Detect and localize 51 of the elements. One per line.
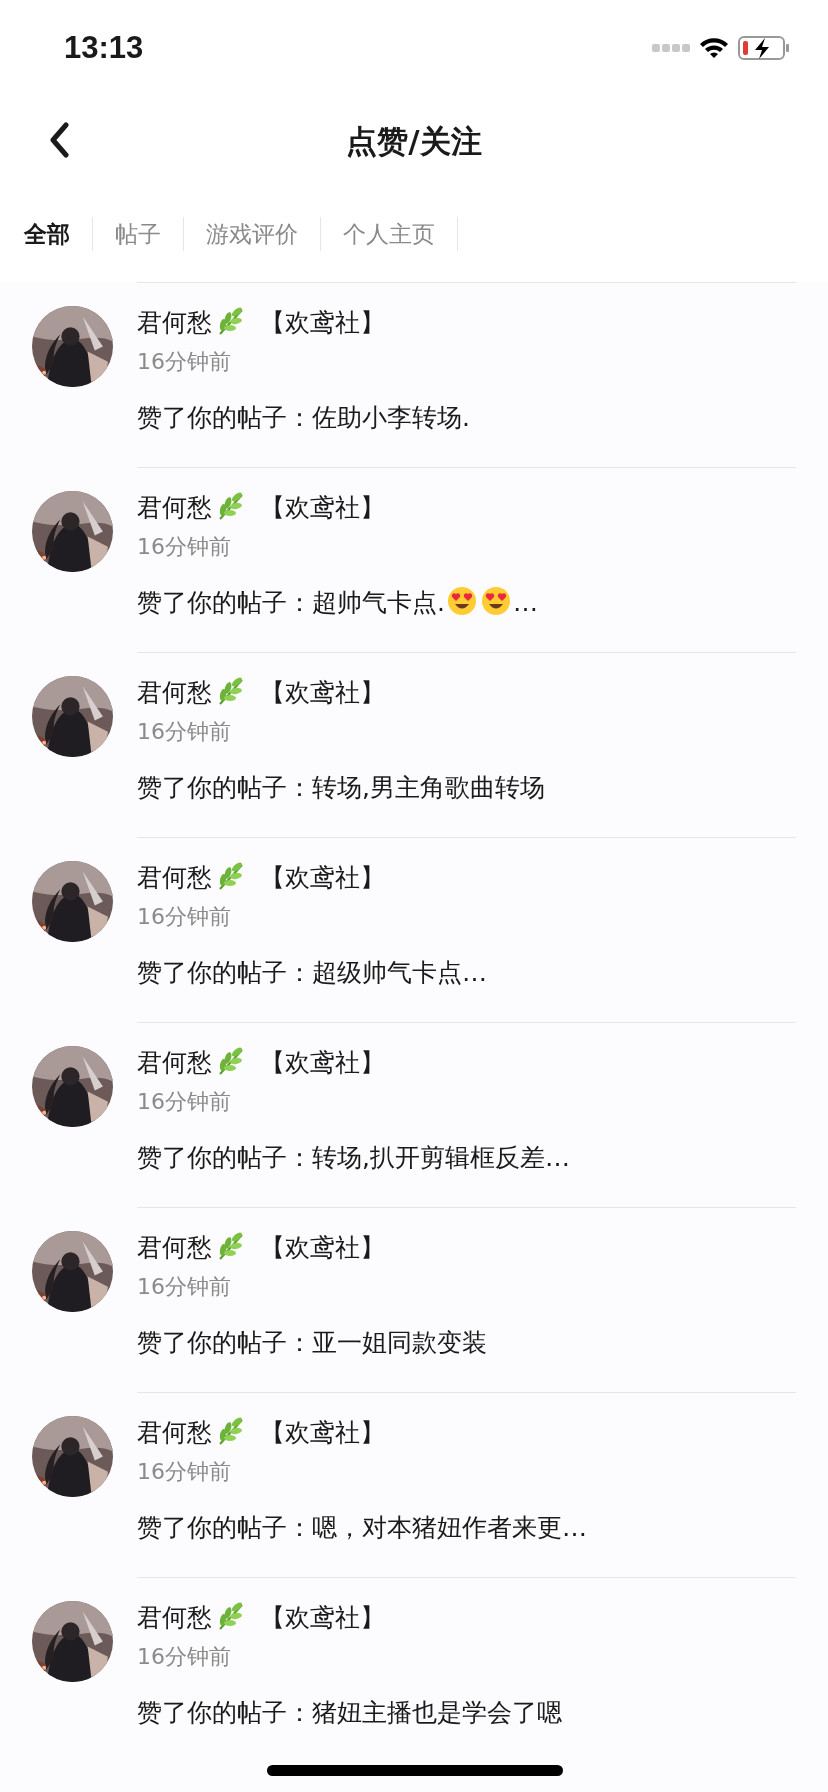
heart-eyes-emoji-icon <box>480 586 511 616</box>
notification-message[interactable]: 赞了你的帖子：嗯，对本猪妞作者来更… <box>137 1513 587 1542</box>
user-name[interactable]: 君何愁 <box>137 1233 212 1262</box>
group-tag: 【欢鸢社】 <box>260 1233 385 1262</box>
notification-message[interactable]: 赞了你的帖子：超帅气卡点. <box>137 588 445 617</box>
leaf-icon <box>216 1046 246 1076</box>
timestamp: 16分钟前 <box>137 533 232 561</box>
wifi-icon <box>698 36 730 60</box>
leaf-icon <box>216 861 246 891</box>
leaf-icon <box>216 676 246 706</box>
heart-eyes-emoji-icon <box>446 586 477 616</box>
group-tag: 【欢鸢社】 <box>260 678 385 707</box>
user-name[interactable]: 君何愁 <box>137 493 212 522</box>
group-tag: 【欢鸢社】 <box>260 1418 385 1447</box>
group-tag: 【欢鸢社】 <box>260 1603 385 1632</box>
timestamp: 16分钟前 <box>137 348 232 376</box>
timestamp: 16分钟前 <box>137 718 232 746</box>
timestamp: 16分钟前 <box>137 1088 232 1116</box>
notification-message[interactable]: 赞了你的帖子：佐助小李转场. <box>137 403 470 432</box>
user-name[interactable]: 君何愁 <box>137 678 212 707</box>
filter-tab[interactable]: 游戏评价 <box>184 217 321 251</box>
leaf-icon <box>216 306 246 336</box>
timestamp: 16分钟前 <box>137 1643 232 1671</box>
leaf-icon <box>216 1601 246 1631</box>
signal-icon <box>652 44 690 52</box>
notification-message[interactable]: 赞了你的帖子：亚一姐同款变装 <box>137 1328 487 1357</box>
timestamp: 16分钟前 <box>137 1273 232 1301</box>
timestamp: 16分钟前 <box>137 903 232 931</box>
group-tag: 【欢鸢社】 <box>260 863 385 892</box>
timestamp: 16分钟前 <box>137 1458 232 1486</box>
notification-message[interactable]: 赞了你的帖子：转场,扒开剪辑框反差… <box>137 1143 570 1172</box>
user-name[interactable]: 君何愁 <box>137 308 212 337</box>
leaf-icon <box>216 1416 246 1446</box>
user-name[interactable]: 君何愁 <box>137 1048 212 1077</box>
notification-message[interactable]: 赞了你的帖子：猪妞主播也是学会了嗯 <box>137 1698 562 1727</box>
status-time: 13:13 <box>64 28 144 67</box>
group-tag: 【欢鸢社】 <box>260 308 385 337</box>
notification-message[interactable]: … <box>512 588 538 617</box>
user-name[interactable]: 君何愁 <box>137 1418 212 1447</box>
user-name[interactable]: 君何愁 <box>137 863 212 892</box>
notification-message[interactable]: 赞了你的帖子：转场,男主角歌曲转场 <box>137 773 545 802</box>
filter-tab[interactable]: 全部 <box>24 217 93 251</box>
battery-icon <box>738 35 790 61</box>
page-title: 点赞/关注 <box>346 121 482 161</box>
user-name[interactable]: 君何愁 <box>137 1603 212 1632</box>
leaf-icon <box>216 1231 246 1261</box>
back-button[interactable] <box>48 122 70 158</box>
notification-message[interactable]: 赞了你的帖子：超级帅气卡点… <box>137 958 487 987</box>
leaf-icon <box>216 491 246 521</box>
group-tag: 【欢鸢社】 <box>260 493 385 522</box>
group-tag: 【欢鸢社】 <box>260 1048 385 1077</box>
